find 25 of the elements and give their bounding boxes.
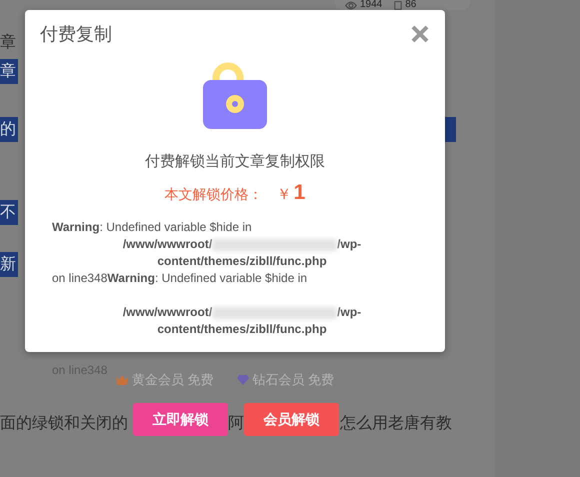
warning-text: on line348Warning: Undefined variable $hide in [52,270,308,287]
article-text: 阿 [228,414,244,434]
unlock-heading: 付费解锁当前文章复制权限 [145,152,325,171]
stat-value: 1944 [360,0,382,10]
unlock-button[interactable]: 会员解锁 [244,403,339,436]
price-value: ￥1 [276,181,306,205]
dialog-title: 付费复制 [40,23,112,46]
warning-text: Warning: Undefined variable $hide in [52,219,253,236]
article-text: 章 [0,59,18,84]
diamond-icon [236,374,250,386]
article-text: 怎么用老唐有教 [340,414,452,434]
unlock-button[interactable]: 立即解锁 [133,403,228,436]
close-button[interactable] [411,25,429,43]
article-text: 的 [0,117,18,142]
article-text: 面的绿锁和关闭的 [0,414,128,434]
document-icon [394,0,402,10]
eye-icon [345,0,357,10]
file-path: /www/wwwroot/ /wp-content/themes/zibll/func.php [122,304,362,338]
article-text: 不 [0,200,18,225]
article-text: 新 [0,252,18,277]
article-text: 章 [0,32,17,53]
price-label: 本文解锁价格： [164,186,263,204]
crown-icon [115,374,129,386]
file-path: /www/wwwroot/ /wp-content/themes/zibll/func.php [122,236,362,270]
stat-value: 86 [405,0,416,10]
